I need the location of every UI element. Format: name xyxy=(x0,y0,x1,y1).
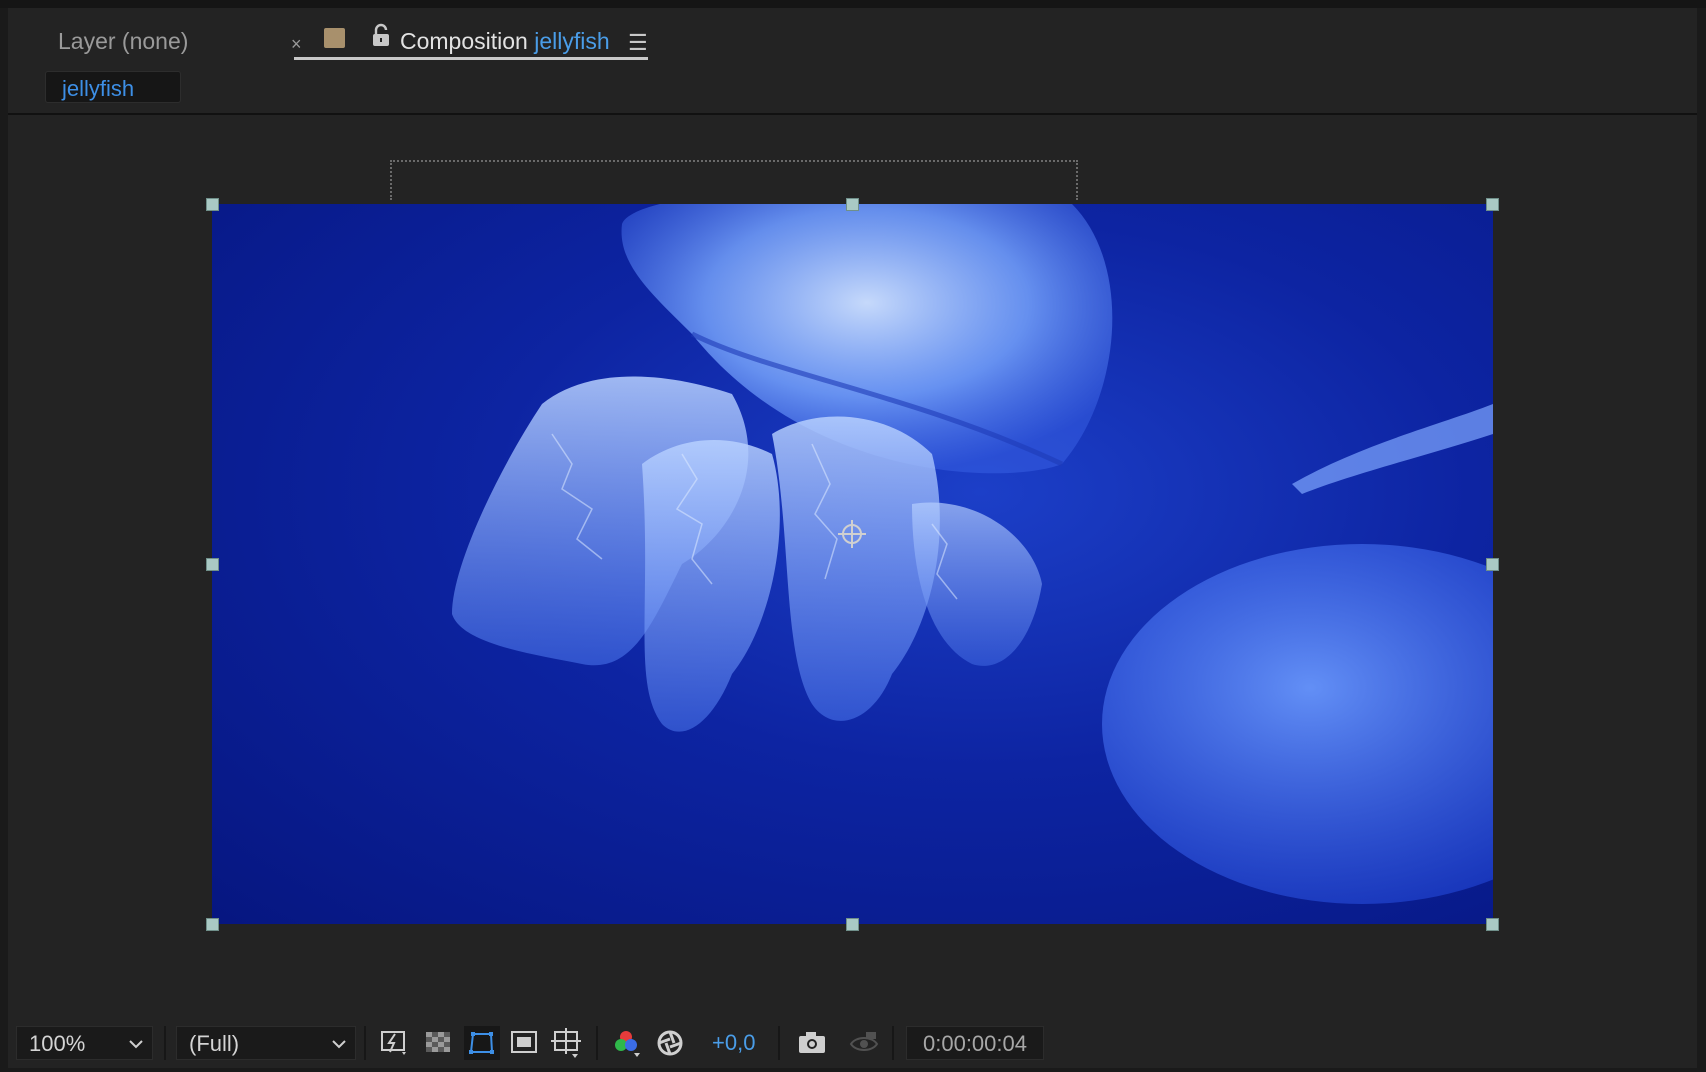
color-channels-icon[interactable] xyxy=(608,1026,644,1060)
region-of-interest-icon[interactable] xyxy=(506,1026,542,1060)
zoom-dropdown[interactable]: 100% xyxy=(16,1026,153,1060)
close-tab-icon[interactable]: × xyxy=(291,34,302,55)
viewer-toolbar: 100% (Full) +0,0 0:00:00:04 xyxy=(8,1018,1697,1068)
resolution-value: (Full) xyxy=(189,1031,240,1056)
title-action-safe-guide xyxy=(390,160,1078,200)
fast-preview-icon[interactable] xyxy=(376,1026,412,1060)
toolbar-divider xyxy=(596,1026,598,1060)
lock-icon[interactable] xyxy=(371,23,391,49)
layer-handle-middle-right[interactable] xyxy=(1486,558,1499,571)
toolbar-divider xyxy=(364,1026,366,1060)
grid-guides-icon[interactable] xyxy=(548,1026,584,1060)
panel-menu-icon[interactable]: ☰ xyxy=(628,32,648,54)
jellyfish-footage xyxy=(452,204,1493,904)
layer-handle-bottom-right[interactable] xyxy=(1486,918,1499,931)
layer-handle-top-right[interactable] xyxy=(1486,198,1499,211)
exposure-value[interactable]: +0,0 xyxy=(712,1030,755,1056)
color-management-icon[interactable] xyxy=(652,1026,688,1060)
mask-path-visibility-icon[interactable] xyxy=(464,1026,500,1060)
show-snapshot-icon[interactable] xyxy=(846,1026,882,1060)
resolution-dropdown[interactable]: (Full) xyxy=(176,1026,356,1060)
layer-handle-top-left[interactable] xyxy=(206,198,219,211)
label-color-swatch[interactable] xyxy=(324,28,345,48)
transparency-grid-icon[interactable] xyxy=(420,1026,456,1060)
tab-composition-prefix: Composition xyxy=(400,28,528,54)
toolbar-divider xyxy=(164,1026,166,1060)
layer-handle-bottom-center[interactable] xyxy=(846,918,859,931)
layer-handle-top-center[interactable] xyxy=(846,198,859,211)
panel-tab-bar: Layer (none) × Composition jellyfish ☰ xyxy=(8,8,1697,70)
layer-handle-middle-left[interactable] xyxy=(206,558,219,571)
zoom-value: 100% xyxy=(29,1031,86,1056)
tab-composition[interactable]: Composition jellyfish xyxy=(400,28,610,55)
chevron-down-icon xyxy=(332,1040,346,1049)
active-tab-indicator xyxy=(294,57,648,60)
current-time-display[interactable]: 0:00:00:04 xyxy=(906,1026,1044,1060)
tab-layer[interactable]: Layer (none) xyxy=(58,28,188,55)
window-top-edge xyxy=(0,0,1706,8)
toolbar-divider xyxy=(892,1026,894,1060)
snapshot-icon[interactable] xyxy=(794,1026,830,1060)
toolbar-divider xyxy=(778,1026,780,1060)
tab-composition-name: jellyfish xyxy=(534,28,610,54)
composition-frame[interactable] xyxy=(212,204,1493,924)
chevron-down-icon xyxy=(129,1040,143,1049)
breadcrumb-composition[interactable]: jellyfish xyxy=(45,71,181,103)
layer-handle-bottom-left[interactable] xyxy=(206,918,219,931)
